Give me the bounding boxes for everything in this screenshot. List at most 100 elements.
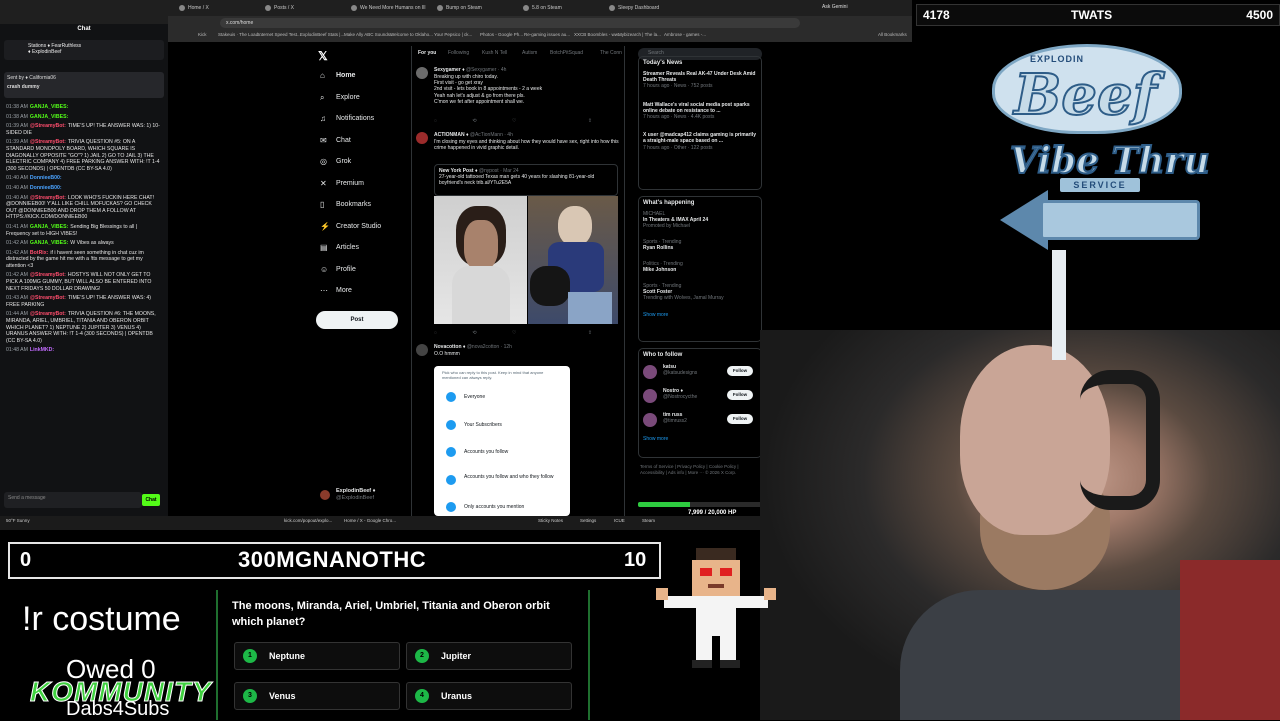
- news-item[interactable]: Streamer Reveals Real AK-47 Under Desk A…: [639, 69, 761, 92]
- reply-icon[interactable]: ◌: [434, 330, 437, 336]
- follow-suggestion[interactable]: tim russ @timruss2 Follow: [639, 409, 761, 433]
- nav-item-bookmarks[interactable]: ▯ Bookmarks: [320, 197, 371, 213]
- taskbar-app[interactable]: Steam: [642, 518, 655, 523]
- bookmark-item[interactable]: ExplodinBeef Stats |...: [300, 32, 344, 37]
- bookmark-item[interactable]: Mybizearch | The la...: [618, 32, 661, 37]
- chat-username[interactable]: GANJA_VIBES:: [30, 224, 68, 230]
- logo-service-text: SERVICE: [1060, 178, 1140, 192]
- like-icon[interactable]: ♡: [512, 118, 516, 124]
- repost-icon[interactable]: ⟲: [472, 330, 476, 336]
- bookmark-item[interactable]: Your Pepsico | ck...: [434, 32, 472, 37]
- ask-gemini-button[interactable]: Ask Gemini: [822, 4, 848, 10]
- chat-username[interactable]: DonnieeB00:: [30, 185, 62, 191]
- chat-username[interactable]: GANJA_VIBES:: [30, 104, 68, 110]
- show-more-link[interactable]: Show more: [639, 309, 761, 321]
- trend-item[interactable]: Sports · Trending Scott Foster Trending wi…: [639, 281, 761, 303]
- taskbar-app[interactable]: Sticky Notes: [538, 518, 563, 523]
- reply-option[interactable]: Accounts you follow and who they follow: [444, 473, 554, 487]
- bookmark-item[interactable]: Internet Speed Test...: [258, 32, 301, 37]
- browser-tab[interactable]: Home / X: [176, 2, 258, 14]
- bookmark-item[interactable]: Re-gaming issues au...: [524, 32, 570, 37]
- browser-tab[interactable]: Bump on Steam: [434, 2, 516, 14]
- bookmark-item[interactable]: Photos - Google Ph...: [480, 32, 523, 37]
- follow-button[interactable]: Follow: [727, 390, 753, 400]
- chat-username[interactable]: BotRix:: [30, 250, 48, 256]
- chat-username[interactable]: @StreamyBot:: [30, 139, 66, 145]
- nav-item-home[interactable]: ⌂ Home: [320, 68, 355, 84]
- follow-button[interactable]: Follow: [727, 414, 753, 424]
- bookmark-item[interactable]: XXCB Boombles - ww...: [574, 32, 622, 37]
- trend-item[interactable]: MICHAEL In Theaters & IMAX April 24 Promot…: [639, 209, 761, 231]
- chat-username[interactable]: @StreamyBot:: [30, 272, 66, 278]
- bookmark-item[interactable]: Welcome to Oklaho...: [390, 32, 433, 37]
- news-title: X user @madcap412 claims gaming is prima…: [643, 132, 756, 145]
- follow-suggestion[interactable]: katsu @katsudesigns Follow: [639, 361, 761, 385]
- chat-username[interactable]: GANJA_VIBES:: [30, 240, 68, 246]
- bookmark-item[interactable]: Make Ally ABC Sounds...: [344, 32, 394, 37]
- follow-button[interactable]: Follow: [727, 366, 753, 376]
- browser-tab[interactable]: 5.8 on Steam: [520, 2, 602, 14]
- share-icon[interactable]: ⇪: [588, 330, 592, 336]
- reply-option[interactable]: Everyone: [444, 390, 485, 404]
- victim-photo-image[interactable]: [528, 196, 618, 324]
- feed-tab[interactable]: Kush N Tell: [482, 50, 507, 56]
- bookmark-item[interactable]: Kick: [198, 32, 207, 37]
- bookmark-item[interactable]: Ambrose - games -...: [664, 32, 706, 37]
- x-logo-icon[interactable]: 𝕏: [318, 49, 328, 63]
- address-bar[interactable]: x.com/home: [220, 18, 800, 28]
- trend-item[interactable]: Politics · Trending Mike Johnson: [639, 259, 761, 275]
- nav-item-explore[interactable]: ⌕ Explore: [320, 90, 360, 106]
- reply-option-label: Only accounts you mention: [464, 504, 525, 510]
- nav-item-profile[interactable]: ☺ Profile: [320, 262, 356, 278]
- trend-item[interactable]: Sports · Trending Ryan Rollins: [639, 237, 761, 253]
- browser-tab[interactable]: Sleepy Dashboard: [606, 2, 688, 14]
- feed-tab[interactable]: For you: [418, 50, 436, 56]
- nav-item-chat[interactable]: ✉ Chat: [320, 133, 351, 149]
- nav-item-premium[interactable]: ✕ Premium: [320, 176, 364, 192]
- taskbar-app[interactable]: Home / X - Google Chro...: [344, 518, 396, 523]
- footer-links[interactable]: Terms of Service | Privacy Policy | Cook…: [640, 464, 764, 476]
- post-button[interactable]: Post: [316, 311, 398, 329]
- nav-item-more[interactable]: ⋯ More: [320, 283, 352, 299]
- nav-item-notifications[interactable]: ♫ Notifications: [320, 111, 374, 127]
- chat-username[interactable]: @StreamyBot:: [30, 195, 66, 201]
- reply-icon[interactable]: ◌: [434, 118, 437, 124]
- chat-username[interactable]: DonnieeB00:: [30, 175, 62, 181]
- chat-send-button[interactable]: Chat: [142, 494, 160, 506]
- bookmark-item[interactable]: Stakeuis · The Load...: [218, 32, 262, 37]
- nav-item-articles[interactable]: ▤ Articles: [320, 240, 359, 256]
- taskbar-app[interactable]: Settings: [580, 518, 596, 523]
- share-icon[interactable]: ⇪: [588, 118, 592, 124]
- feed-tab[interactable]: Autism: [522, 50, 537, 56]
- bookmark-item[interactable]: All Bookmarks: [878, 32, 907, 37]
- browser-tab[interactable]: We Need More Humans on Ill: [348, 2, 430, 14]
- mugshot-image[interactable]: [434, 196, 527, 324]
- news-item[interactable]: X user @madcap412 claims gaming is prima…: [639, 130, 761, 153]
- chat-input[interactable]: Send a message: [4, 492, 142, 508]
- chat-username[interactable]: GANJA_VIBES:: [30, 114, 68, 120]
- chat-username[interactable]: @StreamyBot:: [30, 311, 66, 317]
- repost-icon[interactable]: ⟲: [472, 118, 476, 124]
- reply-option[interactable]: Accounts you follow: [444, 445, 508, 459]
- taskbar-app[interactable]: ICUE: [614, 518, 625, 523]
- follow-suggestion[interactable]: Nostro ♦ @Nostrocycthe Follow: [639, 385, 761, 409]
- show-more-link[interactable]: Show more: [639, 433, 761, 445]
- chat-username[interactable]: @StreamyBot:: [30, 123, 66, 129]
- nav-item-grok[interactable]: ◎ Grok: [320, 154, 351, 170]
- browser-tab[interactable]: Posts / X: [262, 2, 344, 14]
- chat-username[interactable]: LinkMKD:: [30, 347, 54, 353]
- reply-option[interactable]: Your Subscribers: [444, 418, 502, 432]
- news-item[interactable]: Matt Wallace's viral social media post s…: [639, 100, 761, 123]
- note-text: crash dummy: [7, 84, 40, 90]
- weather-widget[interactable]: 50°F Sunny: [6, 518, 30, 523]
- nav-item-creator-studio[interactable]: ⚡ Creator Studio: [320, 219, 381, 235]
- trend-context: Promoted by Michael: [643, 223, 690, 229]
- taskbar-app[interactable]: kick.com/popout/explo...: [284, 518, 332, 523]
- feed-tab[interactable]: The Conn: [600, 50, 622, 56]
- reply-option[interactable]: Only accounts you mention: [444, 500, 524, 514]
- feed-tab[interactable]: BotchPitSquad: [550, 50, 583, 56]
- quoted-post[interactable]: New York Post ♦ @nypost · Mar 24 27-year…: [434, 164, 618, 196]
- feed-tab[interactable]: Following: [448, 50, 469, 56]
- chat-username[interactable]: @StreamyBot:: [30, 295, 66, 301]
- like-icon[interactable]: ♡: [512, 330, 516, 336]
